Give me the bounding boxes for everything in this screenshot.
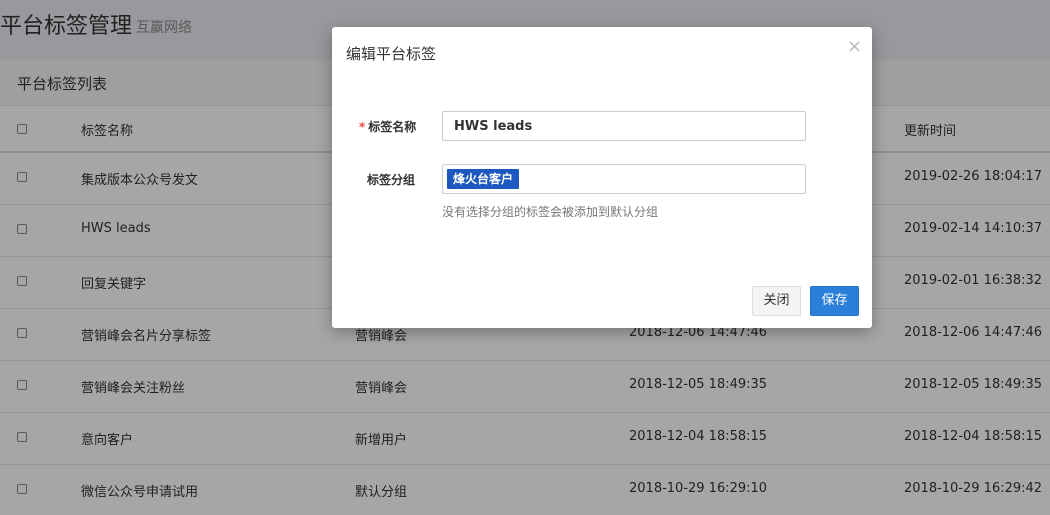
group-help-text: 没有选择分组的标签会被添加到默认分组	[442, 205, 659, 219]
required-mark: *	[359, 120, 366, 134]
edit-tag-dialog: 编辑平台标签 × * 标签名称 HWS leads 标签分组 烽火台客户 没有选择…	[332, 27, 872, 328]
tag-name-value: HWS leads	[454, 119, 533, 134]
tag-name-label-text: 标签名称	[368, 120, 417, 134]
save-button[interactable]: 保存	[810, 286, 859, 316]
modal-title: 编辑平台标签	[346, 45, 437, 63]
tag-group-select[interactable]: 烽火台客户	[442, 164, 806, 194]
tag-name-label: * 标签名称	[359, 118, 416, 135]
tag-group-label: 标签分组	[367, 173, 416, 187]
close-button[interactable]: 关闭	[752, 286, 801, 316]
close-icon[interactable]: ×	[847, 37, 862, 57]
selected-group-tag[interactable]: 烽火台客户	[447, 169, 520, 189]
tag-name-input[interactable]: HWS leads	[442, 111, 806, 141]
